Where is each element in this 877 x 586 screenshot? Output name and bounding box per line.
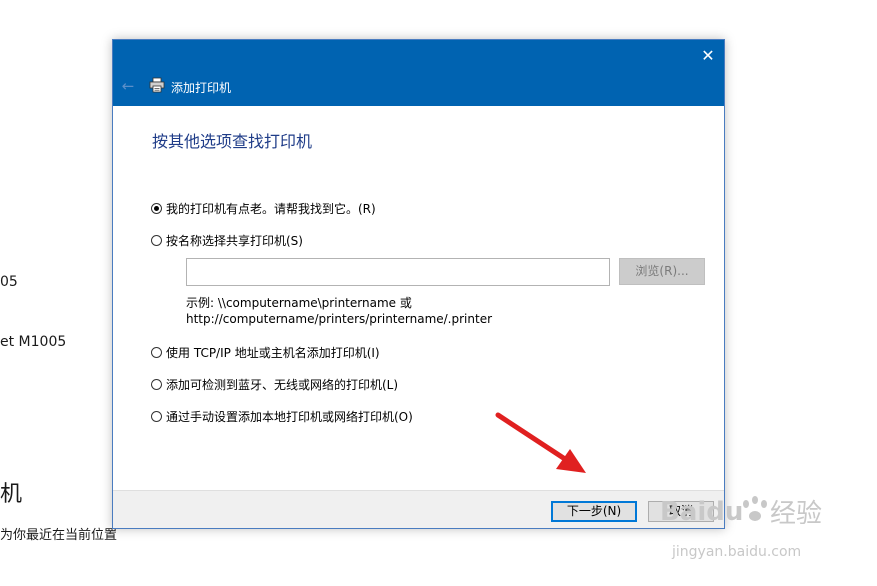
red-arrow-annotation-icon [495, 412, 586, 473]
background-text-2: et M1005 [0, 334, 67, 350]
option-bluetooth-wireless[interactable]: 添加可检测到蓝牙、无线或网络的打印机(L) [151, 376, 398, 393]
paw-icon [743, 496, 767, 521]
example-text-line1: 示例: \\computername\printername 或 [186, 296, 412, 310]
option-label: 按名称选择共享打印机(S) [166, 234, 303, 248]
option-label: 使用 TCP/IP 地址或主机名添加打印机(I) [166, 346, 380, 360]
option-manual-settings[interactable]: 通过手动设置添加本地打印机或网络打印机(O) [151, 408, 413, 425]
back-arrow-icon[interactable]: ← [119, 77, 137, 95]
option-label: 添加可检测到蓝牙、无线或网络的打印机(L) [166, 378, 399, 392]
watermark-brand-cn: 经验 [770, 499, 822, 529]
radio-shared-printer[interactable] [151, 235, 162, 246]
background-heading: 机 [0, 482, 23, 507]
background-text-4: 为你最近在当前位置 [0, 528, 118, 543]
radio-bluetooth-wireless[interactable] [151, 379, 162, 390]
option-tcpip[interactable]: 使用 TCP/IP 地址或主机名添加打印机(I) [151, 344, 380, 361]
dialog-titlebar: ✕ ← 添加打印机 [113, 40, 724, 106]
printer-icon [149, 77, 165, 93]
example-text-line2: http://computername/printers/printername… [186, 312, 493, 326]
next-button[interactable]: 下一步(N) [551, 501, 637, 522]
option-label: 通过手动设置添加本地打印机或网络打印机(O) [166, 410, 413, 424]
baidu-watermark-icon: Baidu 经验 jingyan.baidu.com [660, 496, 822, 560]
close-icon[interactable]: ✕ [698, 46, 718, 66]
add-printer-dialog: ✕ ← 添加打印机 按其他选项查找打印机 我的打印机有点老。请帮我找到它。(R)… [112, 39, 725, 529]
dialog-title: 添加打印机 [171, 81, 232, 95]
radio-manual-settings[interactable] [151, 411, 162, 422]
shared-printer-name-input[interactable] [186, 258, 610, 286]
radio-old-printer[interactable] [151, 203, 162, 214]
watermark-brand: Baidu [660, 497, 743, 527]
background-text-1: 05 [0, 274, 18, 290]
watermark-url: jingyan.baidu.com [671, 544, 801, 560]
option-label: 我的打印机有点老。请帮我找到它。(R) [166, 202, 376, 216]
option-shared-printer[interactable]: 按名称选择共享打印机(S) [151, 232, 303, 249]
dialog-footer: 下一步(N) 取消 [113, 490, 724, 528]
browse-button[interactable]: 浏览(R)... [619, 258, 705, 285]
option-old-printer[interactable]: 我的打印机有点老。请帮我找到它。(R) [151, 200, 376, 217]
radio-tcpip[interactable] [151, 347, 162, 358]
page-heading: 按其他选项查找打印机 [152, 132, 313, 151]
